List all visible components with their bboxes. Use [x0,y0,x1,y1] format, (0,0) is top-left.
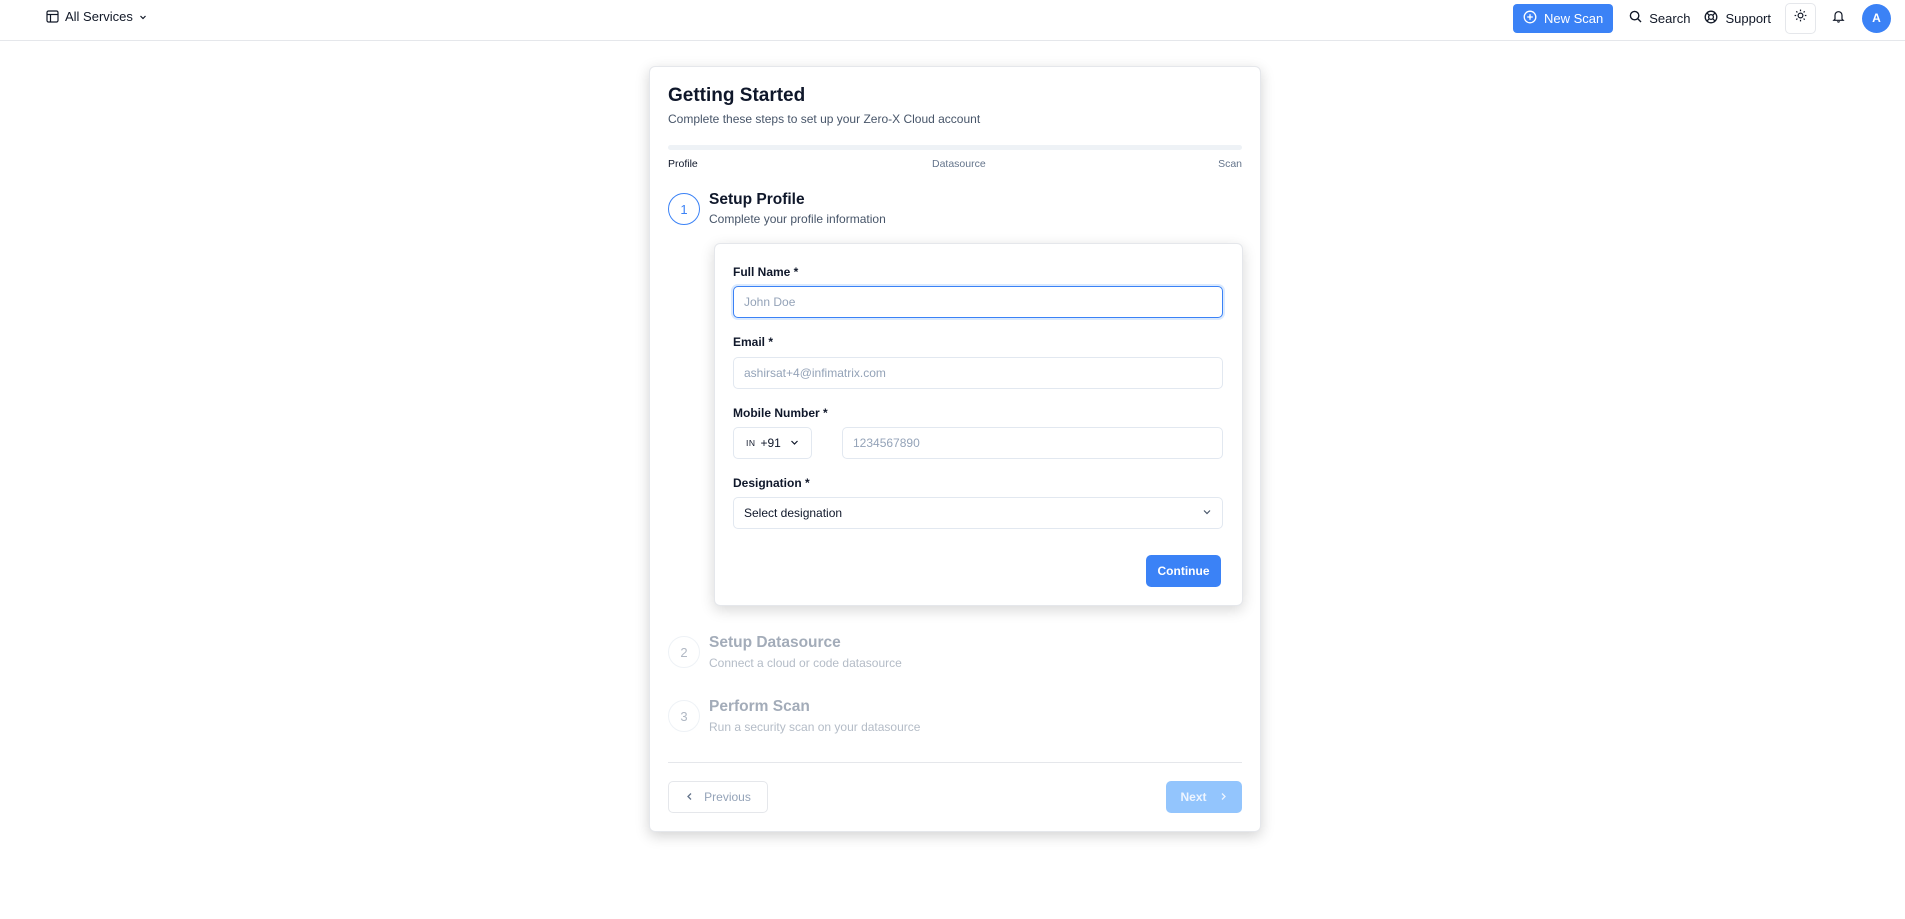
notifications-button[interactable] [1828,8,1848,28]
sun-icon [1794,9,1807,27]
profile-form: Full Name * Email * Mobile Number * IN +… [714,243,1243,606]
search-icon [1629,10,1642,26]
email-field[interactable] [733,357,1223,389]
grid-layout-icon [46,10,59,23]
designation-select[interactable]: Select designation [733,497,1223,529]
step-2-description: Connect a cloud or code datasource [709,656,902,670]
country-code-select[interactable]: IN +91 [733,427,812,459]
step-1-indicator: 1 [668,193,700,225]
previous-button[interactable]: Previous [668,781,768,813]
support-label: Support [1725,10,1771,26]
continue-label: Continue [1157,564,1210,578]
new-scan-label: New Scan [1544,10,1604,26]
designation-label: Designation * [733,476,810,490]
step-1-number: 1 [680,201,688,217]
onboarding-progress-bar [668,145,1242,150]
user-avatar[interactable]: A [1862,3,1891,33]
step-1-title: Setup Profile [709,191,805,208]
step-3-description: Run a security scan on your datasource [709,720,921,734]
new-scan-button[interactable]: New Scan [1513,3,1614,33]
mobile-number-label: Mobile Number * [733,406,828,420]
page-title: Getting Started [668,85,806,106]
next-label: Next [1180,790,1207,804]
progress-label-scan: Scan [1218,158,1242,170]
chevron-left-icon [685,790,694,804]
getting-started-card: Getting Started Complete these steps to … [649,66,1261,832]
progress-label-datasource: Datasource [932,158,986,170]
support-button[interactable]: Support [1704,10,1771,27]
step-3-title: Perform Scan [709,698,810,715]
full-name-input[interactable] [733,286,1223,318]
top-bar: All Services New Scan Search Support A [0,0,1905,41]
search-button[interactable]: Search [1629,10,1690,26]
chevron-down-icon [1202,506,1212,520]
designation-value: Select designation [744,506,843,520]
mobile-number-input[interactable] [842,427,1223,459]
email-label: Email * [733,335,774,349]
full-name-label: Full Name * [733,265,799,279]
country-code: +91 [760,436,781,450]
step-2-title: Setup Datasource [709,634,841,651]
step-3-indicator: 3 [668,700,700,732]
theme-toggle-button[interactable] [1785,2,1816,34]
step-1-description: Complete your profile information [709,212,886,226]
lifebuoy-icon [1704,10,1718,27]
country-flag: IN [746,438,756,448]
step-2-number: 2 [680,644,688,660]
all-services-menu[interactable]: All Services [46,9,147,24]
continue-button[interactable]: Continue [1146,555,1221,587]
previous-label: Previous [704,790,751,804]
chevron-down-icon [139,13,147,21]
bell-icon [1831,9,1845,28]
chevron-down-icon [790,436,799,450]
chevron-right-icon [1219,790,1228,804]
progress-label-profile: Profile [668,158,698,170]
step-3-number: 3 [680,708,688,724]
search-label: Search [1649,10,1691,26]
avatar-initial: A [1872,11,1881,25]
plus-circle-icon [1523,10,1537,27]
page-subtitle: Complete these steps to set up your Zero… [668,112,981,126]
all-services-label: All Services [65,9,133,24]
next-button[interactable]: Next [1166,781,1242,813]
step-2-indicator: 2 [668,636,700,668]
footer-divider [668,762,1242,763]
